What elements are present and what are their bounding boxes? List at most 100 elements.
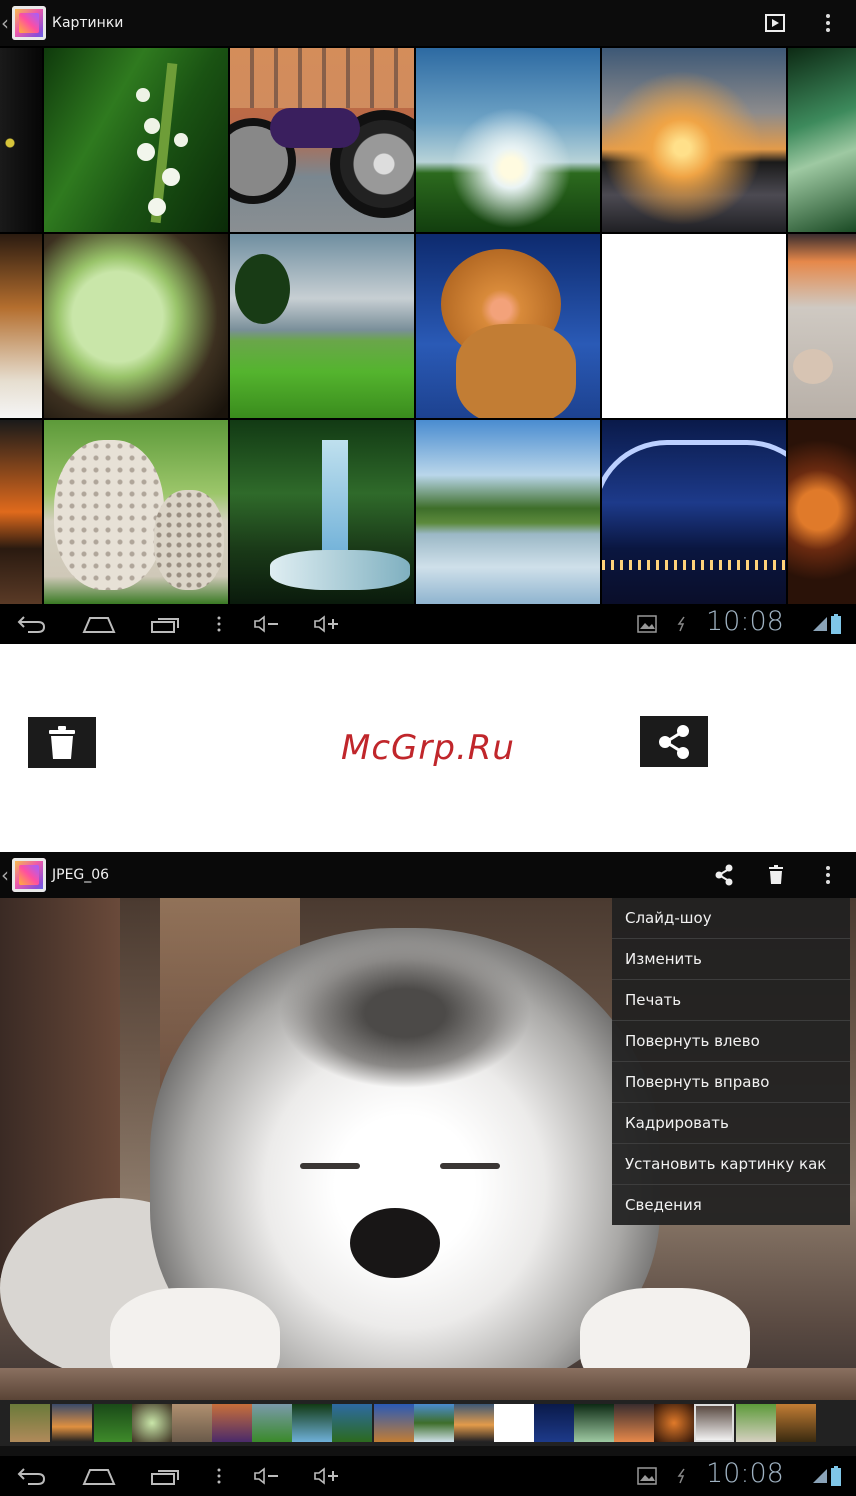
signal-icon <box>812 616 828 636</box>
home-icon <box>82 617 116 633</box>
status-clock[interactable]: 10:08 <box>706 606 784 637</box>
recent-apps-button[interactable] <box>150 614 182 638</box>
back-button[interactable] <box>16 1466 46 1490</box>
filmstrip-thumb[interactable] <box>494 1404 534 1442</box>
up-caret-icon[interactable]: ‹ <box>1 852 9 898</box>
slideshow-icon <box>765 14 785 32</box>
filmstrip-thumb[interactable] <box>252 1404 292 1442</box>
home-icon <box>82 1469 116 1485</box>
back-button[interactable] <box>16 614 46 638</box>
thumbnail-meadow-clouds[interactable] <box>230 234 414 418</box>
screenshot-notification[interactable] <box>637 1467 657 1489</box>
menu-item-rotate-left[interactable]: Повернуть влево <box>612 1021 850 1062</box>
filmstrip-thumb[interactable] <box>736 1404 776 1442</box>
menu-dots-icon <box>826 866 830 884</box>
thumbnail-blank[interactable] <box>602 234 786 418</box>
volume-down-button[interactable] <box>252 614 280 638</box>
filmstrip-thumb[interactable] <box>654 1404 694 1442</box>
thumbnail-orange-animal[interactable] <box>0 234 42 418</box>
volume-up-button[interactable] <box>312 614 340 638</box>
filmstrip-thumb[interactable] <box>292 1404 332 1442</box>
thumbnail-night-bridge[interactable] <box>602 420 786 604</box>
status-clock[interactable]: 10:08 <box>706 1458 784 1489</box>
screenshot-notification[interactable] <box>637 615 657 637</box>
signal-icon <box>812 1468 828 1488</box>
thumbnail-forest-green[interactable] <box>788 48 856 232</box>
filmstrip-thumb[interactable] <box>172 1404 212 1442</box>
recent-apps-button[interactable] <box>150 1466 182 1490</box>
menu-dots-icon <box>217 1468 221 1484</box>
thumbnail-black-cat[interactable] <box>0 48 42 232</box>
thumbnail-dusk-strip[interactable] <box>0 420 42 604</box>
filmstrip-thumb-current[interactable] <box>694 1404 734 1442</box>
page-title: JPEG_06 <box>52 867 110 883</box>
filmstrip-thumb[interactable] <box>332 1404 372 1442</box>
menu-item-details[interactable]: Сведения <box>612 1185 850 1225</box>
overflow-menu-button[interactable] <box>808 0 848 46</box>
system-nav-bar: 10:08 <box>0 604 856 644</box>
action-bar: ‹ JPEG_06 <box>0 852 856 898</box>
menu-item-rotate-right[interactable]: Повернуть вправо <box>612 1062 850 1103</box>
filmstrip-thumb[interactable] <box>52 1404 92 1442</box>
overflow-menu: Слайд-шоу Изменить Печать Повернуть влев… <box>612 898 850 1225</box>
filmstrip-thumb[interactable] <box>414 1404 454 1442</box>
up-caret-icon[interactable]: ‹ <box>1 0 9 46</box>
thumbnail-maple-leaf[interactable] <box>44 234 228 418</box>
share-icon <box>659 724 689 759</box>
filmstrip-thumb[interactable] <box>534 1404 574 1442</box>
filmstrip <box>0 1400 856 1446</box>
back-icon <box>17 1468 46 1485</box>
thumbnail-lily-of-valley[interactable] <box>44 48 228 232</box>
gallery-app-icon[interactable] <box>12 6 46 40</box>
menu-button[interactable] <box>216 616 222 636</box>
action-bar: ‹ Картинки <box>0 0 856 46</box>
filmstrip-thumb[interactable] <box>454 1404 494 1442</box>
thumbnail-kitten[interactable] <box>416 234 600 418</box>
menu-dots-icon <box>826 14 830 32</box>
volume-down-button[interactable] <box>252 1466 280 1490</box>
filmstrip-thumb[interactable] <box>614 1404 654 1442</box>
filmstrip-thumb[interactable] <box>94 1404 134 1442</box>
watermark: McGrp.Ru <box>341 728 515 768</box>
screenshot-notification-icon <box>637 615 657 633</box>
home-button[interactable] <box>82 1466 116 1490</box>
slideshow-button[interactable] <box>755 0 795 46</box>
filmstrip-thumb[interactable] <box>10 1404 50 1442</box>
menu-item-edit[interactable]: Изменить <box>612 939 850 980</box>
thumbnail-lake-reflection[interactable] <box>416 420 600 604</box>
thumbnail-sunset-lake[interactable] <box>602 48 786 232</box>
filmstrip-thumb[interactable] <box>574 1404 614 1442</box>
usb-icon <box>676 1468 688 1488</box>
system-nav-bar: 10:08 <box>0 1456 856 1496</box>
thumbnail-snow-leopards[interactable] <box>44 420 228 604</box>
usb-icon <box>676 616 688 636</box>
share-icon <box>715 864 733 886</box>
menu-button[interactable] <box>216 1468 222 1488</box>
home-button[interactable] <box>82 614 116 638</box>
gallery-screen: ‹ Картинки 10:08 <box>0 0 856 644</box>
menu-item-crop[interactable]: Кадрировать <box>612 1103 850 1144</box>
thumbnail-sky-sunburst[interactable] <box>416 48 600 232</box>
share-button[interactable] <box>704 852 744 898</box>
recent-apps-icon <box>151 618 179 633</box>
filmstrip-thumb[interactable] <box>776 1404 816 1442</box>
thumbnail-waterfall[interactable] <box>230 420 414 604</box>
trash-icon <box>769 865 783 884</box>
gallery-app-icon[interactable] <box>12 858 46 892</box>
volume-up-button[interactable] <box>312 1466 340 1490</box>
page-title: Картинки <box>52 15 124 31</box>
thumbnail-motorcycle[interactable] <box>230 48 414 232</box>
thumbnail-autumn-leaves[interactable] <box>788 420 856 604</box>
thumbnail-seashell[interactable] <box>788 234 856 418</box>
volume-up-icon <box>314 1467 338 1485</box>
battery-icon <box>831 1466 841 1490</box>
delete-button[interactable] <box>756 852 796 898</box>
menu-item-print[interactable]: Печать <box>612 980 850 1021</box>
overflow-menu-button[interactable] <box>808 852 848 898</box>
menu-item-set-picture-as[interactable]: Установить картинку как <box>612 1144 850 1185</box>
filmstrip-thumb[interactable] <box>212 1404 252 1442</box>
filmstrip-thumb[interactable] <box>132 1404 172 1442</box>
volume-down-icon <box>254 1467 278 1485</box>
menu-item-slideshow[interactable]: Слайд-шоу <box>612 898 850 939</box>
filmstrip-thumb[interactable] <box>374 1404 414 1442</box>
